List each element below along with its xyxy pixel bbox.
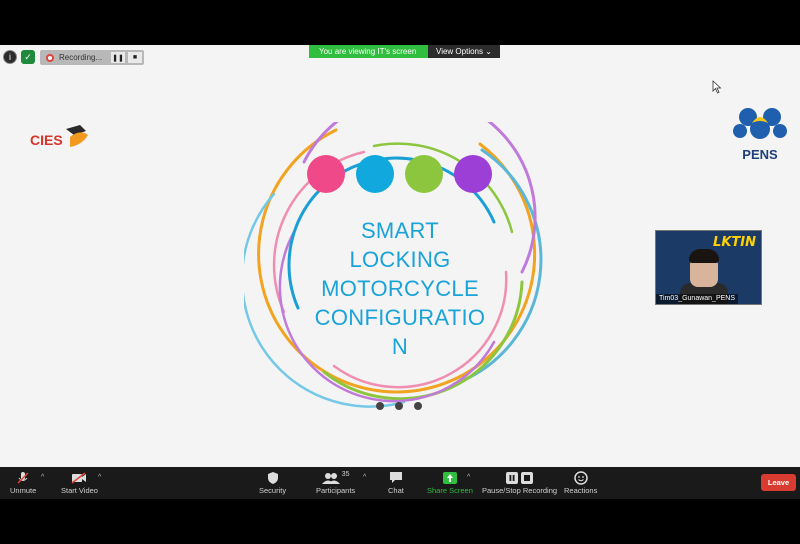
view-options-label: View Options [436, 47, 483, 56]
color-dots [307, 155, 492, 193]
participant-name: Tim03_Gunawan_PENS [656, 294, 739, 304]
color-dot [356, 155, 394, 193]
cies-logo: CIES [30, 125, 88, 148]
participants-options-chevron-icon[interactable]: ^ [363, 474, 366, 481]
viewing-banner: You are viewing IT's screen View Options… [309, 45, 500, 58]
pens-logo-text: PENS [742, 147, 778, 162]
mouse-cursor-icon [712, 80, 722, 94]
pagination-dot [395, 402, 403, 410]
video-banner-text: LKTIN [713, 235, 756, 250]
recording-label: Recording... [59, 53, 103, 62]
chat-icon [389, 469, 403, 486]
video-options-chevron-icon[interactable]: ^ [98, 474, 101, 481]
video-off-icon [71, 469, 87, 486]
muted-microphone-icon [16, 469, 30, 486]
reactions-label: Reactions [564, 486, 598, 495]
slide-title-line: LOCKING [349, 247, 451, 272]
pagination-dot [414, 402, 422, 410]
pause-stop-label: Pause/Stop Recording [482, 486, 558, 495]
color-dot [454, 155, 492, 193]
record-dot-icon [46, 53, 54, 62]
share-screen-icon [442, 469, 457, 486]
shield-icon [267, 469, 279, 486]
color-dot [405, 155, 443, 193]
reactions-button[interactable]: Reactions [564, 469, 597, 495]
participants-label: Participants [316, 486, 356, 495]
unmute-button[interactable]: Unmute [10, 469, 36, 495]
start-video-button[interactable]: Start Video [61, 469, 98, 495]
slide-title: SMART LOCKING MOTORCYCLE CONFIGURATIO N [300, 216, 500, 361]
slide-title-line: CONFIGURATIO [314, 305, 486, 330]
share-screen-label: Share Screen [427, 486, 473, 495]
slide-title-line: N [391, 334, 409, 359]
view-options-button[interactable]: View Options ⌄ [428, 45, 500, 58]
shield-icon[interactable]: ✓ [21, 50, 35, 64]
stop-recording-button[interactable]: ■ [128, 52, 142, 63]
slide-title-line: MOTORCYCLE [321, 276, 479, 301]
participant-video-tile[interactable]: LKTIN Tim03_Gunawan_PENS [655, 230, 762, 305]
color-dot [307, 155, 345, 193]
pause-stop-icon [505, 469, 534, 486]
cies-logo-text: CIES [30, 132, 63, 148]
start-video-label: Start Video [61, 486, 98, 495]
share-screen-button[interactable]: Share Screen [427, 469, 473, 495]
chat-label: Chat [388, 486, 404, 495]
pause-stop-recording-button[interactable]: Pause/Stop Recording [482, 469, 557, 495]
pagination-dots [376, 402, 422, 410]
info-icon[interactable]: i [3, 50, 17, 64]
security-label: Security [259, 486, 287, 495]
recording-indicator: Recording... ❚❚ ■ [40, 50, 144, 65]
chat-button[interactable]: Chat [388, 469, 404, 495]
smiley-icon [573, 469, 588, 486]
participants-count: 35 [341, 471, 350, 478]
security-button[interactable]: Security [259, 469, 286, 495]
audio-options-chevron-icon[interactable]: ^ [41, 474, 44, 481]
share-options-chevron-icon[interactable]: ^ [467, 474, 470, 481]
pens-logo: PENS [733, 108, 787, 162]
leave-button[interactable]: Leave [761, 474, 796, 491]
meeting-toolbar: Unmute ^ Start Video ^ Security 35 Parti… [0, 467, 800, 499]
pause-recording-button[interactable]: ❚❚ [111, 52, 125, 63]
viewing-banner-text: You are viewing IT's screen [309, 45, 428, 58]
participants-icon: 35 [321, 469, 350, 486]
pagination-dot [376, 402, 384, 410]
slide-title-line: SMART [360, 218, 440, 243]
unmute-label: Unmute [10, 486, 37, 495]
participants-button[interactable]: 35 Participants [316, 469, 355, 495]
